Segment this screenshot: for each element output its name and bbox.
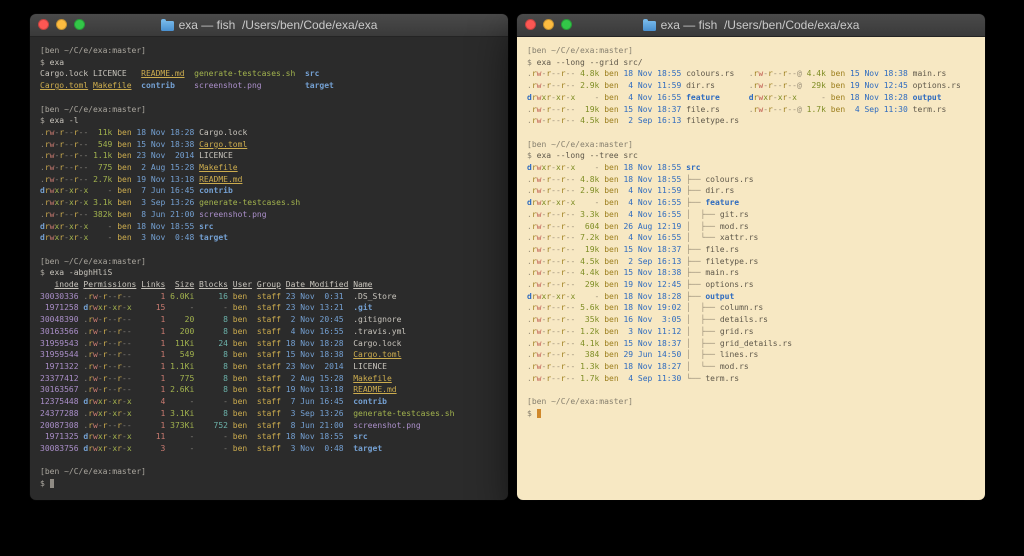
terminal-line: 31959543 .rw-r--r-- 1 11Ki 24 ben staff … — [40, 338, 498, 350]
terminal-line: .rw-r--r-- 4.8k ben 18 Nov 18:55 colours… — [527, 68, 975, 80]
minimize-button[interactable] — [56, 19, 67, 30]
terminal-line: 12375448 drwxr-xr-x 4 - - ben staff 7 Ju… — [40, 396, 498, 408]
terminal-line: 23377412 .rw-r--r-- 1 775 8 ben staff 2 … — [40, 373, 498, 385]
terminal-line: Cargo.toml Makefile contrib screenshot.p… — [40, 80, 498, 92]
terminal-window-light[interactable]: exa — fish /Users/ben/Code/exa/exa [ben … — [517, 14, 985, 500]
terminal-line: .rw-r--r-- 1.2k ben 3 Nov 11:12 │ ├── gr… — [527, 326, 975, 338]
window-title-text: exa — fish /Users/ben/Code/exa/exa — [179, 18, 378, 32]
terminal-line: .rw-r--r-- 11k ben 18 Nov 18:28 Cargo.lo… — [40, 127, 498, 139]
desktop: { "chrome": { "close_color": "#fc5753", … — [0, 0, 1024, 556]
terminal-output-dark[interactable]: [ben ~/C/e/exa:master]$ exaCargo.lock LI… — [30, 37, 508, 500]
window-title-text: exa — fish /Users/ben/Code/exa/exa — [661, 18, 860, 32]
folder-icon — [161, 21, 174, 31]
terminal-line: 30030336 .rw-r--r-- 1 6.0Ki 16 ben staff… — [40, 291, 498, 303]
terminal-window-dark[interactable]: exa — fish /Users/ben/Code/exa/exa [ben … — [30, 14, 508, 500]
terminal-line: drwxr-xr-x - ben 18 Nov 18:28 ├── output — [527, 291, 975, 303]
terminal-line: [ben ~/C/e/exa:master] — [527, 396, 975, 408]
terminal-line: 20087308 .rw-r--r-- 1 373Ki 752 ben staf… — [40, 420, 498, 432]
window-controls — [38, 19, 85, 30]
terminal-line: [ben ~/C/e/exa:master] — [527, 45, 975, 57]
terminal-line — [40, 92, 498, 104]
terminal-line: 30163567 .rw-r--r-- 1 2.6Ki 8 ben staff … — [40, 384, 498, 396]
terminal-line: 30163566 .rw-r--r-- 1 200 8 ben staff 4 … — [40, 326, 498, 338]
terminal-line: .rw-r--r-- 5.6k ben 18 Nov 19:02 │ ├── c… — [527, 302, 975, 314]
terminal-line: 1971322 .rw-r--r-- 1 1.1Ki 8 ben staff 2… — [40, 361, 498, 373]
terminal-line: 1971258 drwxr-xr-x 15 - - ben staff 23 N… — [40, 302, 498, 314]
terminal-output-light[interactable]: [ben ~/C/e/exa:master]$ exa --long --gri… — [517, 37, 985, 500]
terminal-line: .rw-r--r-- 4.5k ben 2 Sep 16:13 ├── file… — [527, 256, 975, 268]
terminal-line: .rw-r--r-- 4.8k ben 18 Nov 18:55 ├── col… — [527, 174, 975, 186]
terminal-line: .rw-r--r-- 2.7k ben 19 Nov 13:18 README.… — [40, 174, 498, 186]
window-title: exa — fish /Users/ben/Code/exa/exa — [643, 18, 860, 32]
terminal-line: .rw-r--r-- 549 ben 15 Nov 18:38 Cargo.to… — [40, 139, 498, 151]
terminal-line — [527, 384, 975, 396]
terminal-line: .rw-r--r-- 1.3k ben 18 Nov 18:27 │ └── m… — [527, 361, 975, 373]
terminal-line: inode Permissions Links Size Blocks User… — [40, 279, 498, 291]
terminal-line: .rw-r--r-- 1.1k ben 23 Nov 2014 LICENCE — [40, 150, 498, 162]
terminal-line: $ exa --long --tree src — [527, 150, 975, 162]
terminal-line — [40, 244, 498, 256]
terminal-line: 30048390 .rw-r--r-- 1 20 8 ben staff 2 N… — [40, 314, 498, 326]
terminal-line: .rw-r--r-- 19k ben 15 Nov 18:37 ├── file… — [527, 244, 975, 256]
terminal-line: drwxr-xr-x - ben 18 Nov 18:55 src — [527, 162, 975, 174]
terminal-line: .rw-r--r-- 4.5k ben 2 Sep 16:13 filetype… — [527, 115, 975, 127]
terminal-line: .rw-r--r-- 35k ben 16 Nov 3:05 │ ├── det… — [527, 314, 975, 326]
window-title: exa — fish /Users/ben/Code/exa/exa — [161, 18, 378, 32]
terminal-line — [527, 127, 975, 139]
terminal-line: .rw-r--r-- 3.3k ben 4 Nov 16:55 │ ├── gi… — [527, 209, 975, 221]
terminal-line: Cargo.lock LICENCE README.md generate-te… — [40, 68, 498, 80]
terminal-line: .rw-r--r-- 7.2k ben 4 Nov 16:55 │ └── xa… — [527, 232, 975, 244]
terminal-line: .rw-r--r-- 382k ben 8 Jun 21:00 screensh… — [40, 209, 498, 221]
terminal-line: 31959544 .rw-r--r-- 1 549 8 ben staff 15… — [40, 349, 498, 361]
terminal-line: drwxr-xr-x - ben 18 Nov 18:55 src — [40, 221, 498, 233]
terminal-line: .rw-r--r-- 4.1k ben 15 Nov 18:37 │ ├── g… — [527, 338, 975, 350]
terminal-line: .rw-r--r-- 1.7k ben 4 Sep 11:30 └── term… — [527, 373, 975, 385]
terminal-line: .rw-r--r-- 4.4k ben 15 Nov 18:38 ├── mai… — [527, 267, 975, 279]
terminal-line: drwxr-xr-x - ben 4 Nov 16:55 ├── feature — [527, 197, 975, 209]
terminal-line: $ — [527, 408, 975, 420]
terminal-line: $ exa -abghHliS — [40, 267, 498, 279]
terminal-line: .rw-r--r-- 384 ben 29 Jun 14:50 │ ├── li… — [527, 349, 975, 361]
terminal-line: 30083756 drwxr-xr-x 3 - - ben staff 3 No… — [40, 443, 498, 455]
terminal-line: .rw-r--r-- 604 ben 26 Aug 12:19 │ ├── mo… — [527, 221, 975, 233]
terminal-line: .rw-r--r-- 2.9k ben 4 Nov 11:59 ├── dir.… — [527, 185, 975, 197]
terminal-line: $ exa --long --grid src/ — [527, 57, 975, 69]
window-controls — [525, 19, 572, 30]
minimize-button[interactable] — [543, 19, 554, 30]
terminal-line: drwxr-xr-x - ben 4 Nov 16:55 feature drw… — [527, 92, 975, 104]
terminal-line: $ exa — [40, 57, 498, 69]
terminal-line: 24377288 .rwxr-xr-x 1 3.1Ki 8 ben staff … — [40, 408, 498, 420]
terminal-line: $ — [40, 478, 498, 490]
terminal-line: [ben ~/C/e/exa:master] — [40, 466, 498, 478]
terminal-line: .rw-r--r-- 775 ben 2 Aug 15:28 Makefile — [40, 162, 498, 174]
close-button[interactable] — [38, 19, 49, 30]
terminal-line: [ben ~/C/e/exa:master] — [40, 45, 498, 57]
zoom-button[interactable] — [74, 19, 85, 30]
terminal-line: .rw-r--r-- 2.9k ben 4 Nov 11:59 dir.rs .… — [527, 80, 975, 92]
terminal-line: drwxr-xr-x - ben 3 Nov 0:48 target — [40, 232, 498, 244]
titlebar[interactable]: exa — fish /Users/ben/Code/exa/exa — [30, 14, 508, 37]
terminal-line: [ben ~/C/e/exa:master] — [40, 256, 498, 268]
terminal-line: $ exa -l — [40, 115, 498, 127]
terminal-line: .rw-r--r-- 19k ben 15 Nov 18:37 file.rs … — [527, 104, 975, 116]
terminal-line — [40, 455, 498, 467]
titlebar[interactable]: exa — fish /Users/ben/Code/exa/exa — [517, 14, 985, 37]
terminal-line: .rw-r--r-- 29k ben 19 Nov 12:45 ├── opti… — [527, 279, 975, 291]
terminal-line: 1971325 drwxr-xr-x 11 - - ben staff 18 N… — [40, 431, 498, 443]
terminal-line: drwxr-xr-x - ben 7 Jun 16:45 contrib — [40, 185, 498, 197]
zoom-button[interactable] — [561, 19, 572, 30]
close-button[interactable] — [525, 19, 536, 30]
terminal-line: [ben ~/C/e/exa:master] — [527, 139, 975, 151]
terminal-line: [ben ~/C/e/exa:master] — [40, 104, 498, 116]
folder-icon — [643, 21, 656, 31]
terminal-line: .rwxr-xr-x 3.1k ben 3 Sep 13:26 generate… — [40, 197, 498, 209]
